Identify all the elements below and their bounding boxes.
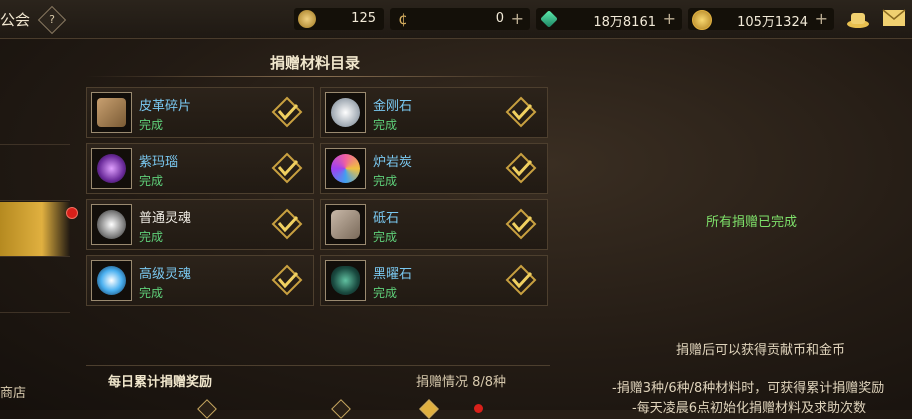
material-card[interactable]: 黑曜石 完成 (320, 255, 548, 306)
resource-value: 105万1324 (737, 15, 808, 30)
mail-icon[interactable] (882, 9, 906, 32)
notification-dot (66, 207, 78, 219)
reward-info-text: 捐赠后可以获得贡献币和金币 (676, 343, 846, 358)
whetstone-icon (325, 204, 366, 245)
common-soul-icon (91, 204, 132, 245)
obsidian-icon (325, 260, 366, 301)
completed-check-icon (505, 96, 537, 128)
sidebar-tab[interactable] (0, 258, 70, 313)
material-card[interactable]: 砥石 完成 (320, 199, 548, 250)
gold-coin-icon (692, 10, 712, 30)
top-bar: 公会 ? 125 ¢ 0 + 18万8161 + 105万1324 + (0, 0, 912, 39)
green-crystal-icon (540, 10, 558, 28)
material-status: 完成 (373, 286, 398, 300)
material-card[interactable]: 皮革碎片 完成 (86, 87, 314, 138)
help-button[interactable]: ? (37, 5, 67, 35)
question-icon: ? (49, 13, 55, 26)
furnace-rock-charcoal-icon (325, 148, 366, 189)
guild-title: 公会 (0, 11, 31, 29)
reward-marker[interactable] (419, 399, 439, 419)
diamond-icon (325, 92, 366, 133)
reward-marker[interactable] (197, 399, 217, 419)
material-status: 完成 (139, 118, 164, 132)
material-status: 完成 (373, 118, 398, 132)
material-status: 完成 (373, 230, 398, 244)
material-name: 高级灵魂 (139, 267, 192, 282)
purple-agate-icon (91, 148, 132, 189)
material-name: 炉岩炭 (373, 155, 413, 170)
material-status: 完成 (139, 230, 164, 244)
material-card[interactable]: 炉岩炭 完成 (320, 143, 548, 194)
material-card[interactable]: 金刚石 完成 (320, 87, 548, 138)
reward-marker[interactable] (331, 399, 351, 419)
divider (86, 76, 550, 77)
add-contribution-button[interactable]: + (511, 9, 524, 28)
divider (86, 365, 550, 366)
resource-crystal: 18万8161 + (536, 8, 682, 30)
material-name: 砥石 (373, 211, 400, 226)
completed-check-icon (271, 264, 303, 296)
donation-status: 捐赠情况 8/8种 (416, 375, 507, 390)
material-name: 金刚石 (373, 99, 413, 114)
leather-scrap-icon (91, 92, 132, 133)
material-card[interactable]: 高级灵魂 完成 (86, 255, 314, 306)
rule-text: -捐赠3种/6种/8种材料时，可获得累计捐赠奖励 (612, 381, 885, 396)
material-status: 完成 (139, 174, 164, 188)
sidebar-tab-active[interactable] (0, 202, 70, 257)
add-crystal-button[interactable]: + (663, 9, 676, 28)
c-coin-icon: ¢ (398, 10, 408, 28)
resource-contribution: ¢ 0 + (390, 8, 530, 30)
add-gold-button[interactable]: + (815, 9, 828, 28)
sun-coin-icon (298, 10, 316, 28)
material-name: 黑曜石 (373, 267, 413, 282)
material-status: 完成 (139, 286, 164, 300)
material-card[interactable]: 紫玛瑙 完成 (86, 143, 314, 194)
resource-stamina: 125 (294, 8, 384, 30)
resource-value: 0 (495, 11, 504, 26)
material-name: 普通灵魂 (139, 211, 192, 226)
sidebar-item-shop[interactable]: 商店 (0, 382, 26, 401)
resource-value: 18万8161 (593, 15, 656, 30)
all-donations-complete-text: 所有捐赠已完成 (706, 215, 798, 230)
notification-dot (474, 404, 483, 413)
completed-check-icon (505, 264, 537, 296)
resource-gold: 105万1324 + (688, 8, 834, 30)
completed-check-icon (271, 96, 303, 128)
material-card[interactable]: 普通灵魂 完成 (86, 199, 314, 250)
completed-check-icon (505, 208, 537, 240)
sidebar-tab[interactable] (0, 146, 70, 201)
daily-reward-label: 每日累计捐赠奖励 (108, 375, 213, 390)
material-name: 紫玛瑙 (139, 155, 179, 170)
material-status: 完成 (373, 174, 398, 188)
rule-text: -每天凌晨6点初始化捐赠材料及求助次数 (632, 401, 866, 416)
completed-check-icon (271, 152, 303, 184)
panel-title: 捐赠材料目录 (270, 54, 361, 72)
material-name: 皮革碎片 (139, 99, 192, 114)
sidebar-tab[interactable] (0, 90, 70, 145)
completed-check-icon (505, 152, 537, 184)
advanced-soul-icon (91, 260, 132, 301)
resource-value: 125 (351, 11, 376, 26)
hat-icon[interactable] (846, 9, 870, 34)
completed-check-icon (271, 208, 303, 240)
